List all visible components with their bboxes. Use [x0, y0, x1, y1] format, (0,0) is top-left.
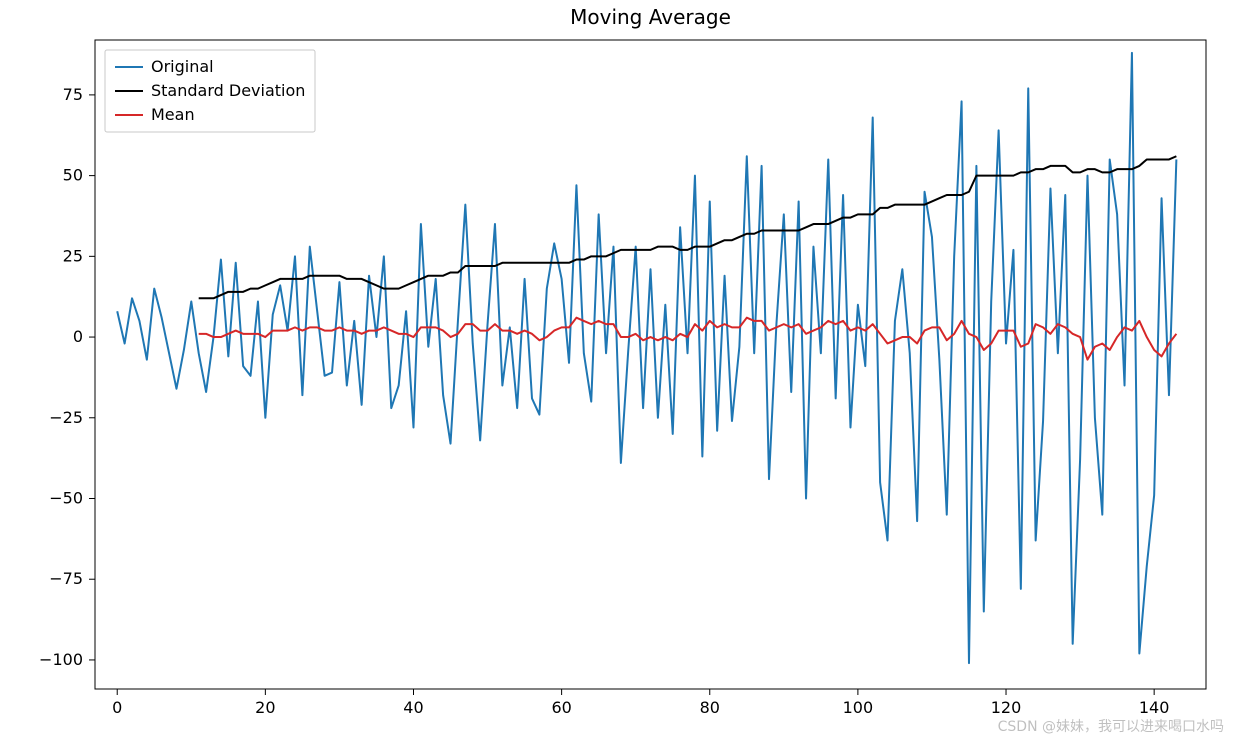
svg-text:25: 25: [63, 246, 83, 265]
line-chart: Moving Average 0 20 40 60 80 100 120 140 −100 −75 −…: [0, 0, 1236, 744]
svg-text:−75: −75: [49, 569, 83, 588]
svg-text:140: 140: [1139, 698, 1170, 717]
legend-entry-standard-deviation: Standard Deviation: [151, 81, 305, 100]
svg-text:0: 0: [112, 698, 122, 717]
svg-text:0: 0: [73, 327, 83, 346]
svg-text:−50: −50: [49, 488, 83, 507]
chart-title: Moving Average: [570, 5, 731, 29]
svg-text:120: 120: [991, 698, 1022, 717]
svg-text:75: 75: [63, 85, 83, 104]
chart-container: Moving Average 0 20 40 60 80 100 120 140 −100 −75 −…: [0, 0, 1236, 744]
svg-text:−25: −25: [49, 408, 83, 427]
svg-text:100: 100: [843, 698, 874, 717]
legend-entry-mean: Mean: [151, 105, 195, 124]
svg-text:20: 20: [255, 698, 275, 717]
series-original: [117, 53, 1176, 663]
svg-text:80: 80: [700, 698, 720, 717]
svg-text:60: 60: [551, 698, 571, 717]
legend-entry-original: Original: [151, 57, 214, 76]
svg-text:50: 50: [63, 166, 83, 185]
svg-text:−100: −100: [39, 650, 83, 669]
svg-text:40: 40: [403, 698, 423, 717]
